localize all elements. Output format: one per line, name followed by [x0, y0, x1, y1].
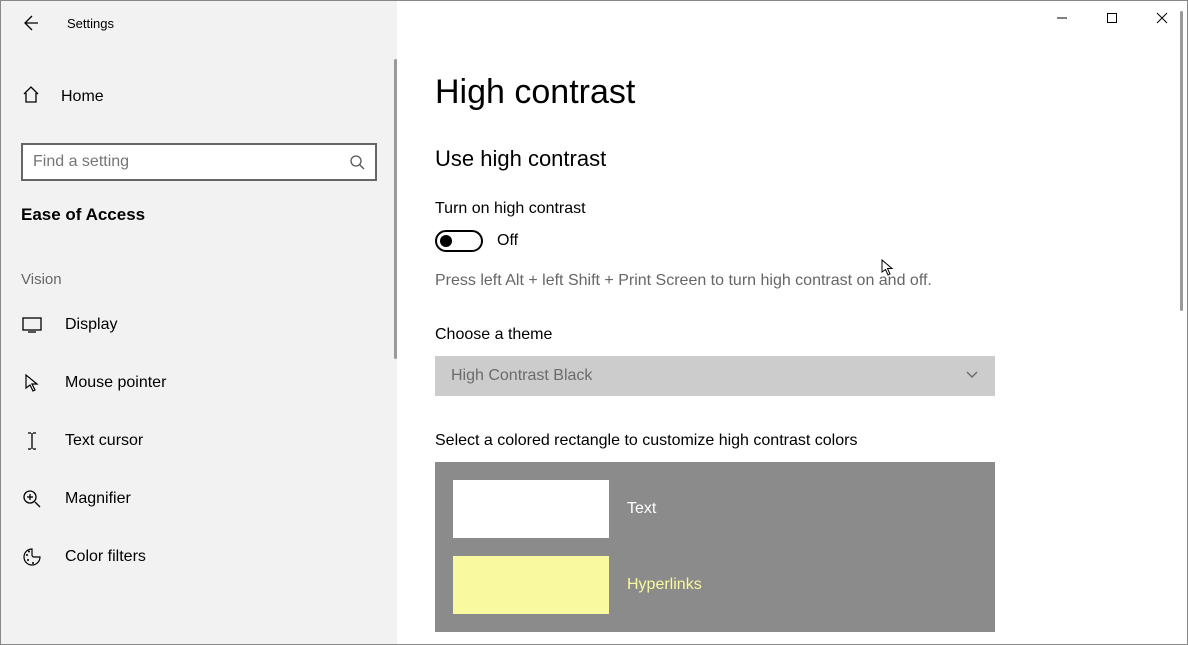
main-scrollbar[interactable]: [1180, 11, 1183, 311]
sidebar-section-vision: Vision: [1, 233, 397, 296]
sidebar-item-label: Display: [65, 316, 117, 334]
swatch-panel: Text Hyperlinks: [435, 462, 995, 632]
toggle-knob: [440, 235, 452, 247]
toggle-state: Off: [497, 232, 518, 250]
sidebar-item-label: Mouse pointer: [65, 374, 166, 392]
mouse-pointer-icon: [21, 373, 43, 393]
search-input[interactable]: [21, 143, 377, 181]
theme-value: High Contrast Black: [451, 367, 592, 385]
search-field[interactable]: [33, 153, 349, 171]
sidebar-item-home[interactable]: Home: [1, 73, 397, 121]
sidebar-item-color-filters[interactable]: Color filters: [1, 528, 397, 586]
sidebar-item-text-cursor[interactable]: Text cursor: [1, 412, 397, 470]
section-title-use-high-contrast: Use high contrast: [435, 146, 1167, 172]
theme-label: Choose a theme: [435, 326, 1167, 344]
theme-select[interactable]: High Contrast Black: [435, 356, 995, 396]
sidebar-item-label: Magnifier: [65, 490, 131, 508]
window-controls: [1037, 1, 1187, 35]
toggle-label: Turn on high contrast: [435, 200, 1167, 218]
search-icon: [349, 154, 365, 170]
sidebar-item-mouse-pointer[interactable]: Mouse pointer: [1, 354, 397, 412]
text-cursor-icon: [21, 431, 43, 451]
minimize-button[interactable]: [1037, 1, 1087, 35]
home-label: Home: [61, 88, 104, 106]
page-title: High contrast: [435, 73, 1167, 112]
sidebar: Settings Home Ease of Access Vision Disp…: [1, 1, 397, 644]
app-title: Settings: [67, 16, 114, 31]
back-icon[interactable]: [21, 14, 39, 32]
titlebar: Settings: [1, 1, 397, 45]
sidebar-item-display[interactable]: Display: [1, 296, 397, 354]
close-button[interactable]: [1137, 1, 1187, 35]
maximize-button[interactable]: [1087, 1, 1137, 35]
swatch-row-hyperlinks: Hyperlinks: [453, 556, 977, 614]
swatch-label: Text: [627, 500, 656, 518]
hint-text: Press left Alt + left Shift + Print Scre…: [435, 272, 1167, 290]
swatch-heading: Select a colored rectangle to customize …: [435, 432, 1167, 450]
sidebar-category: Ease of Access: [1, 181, 397, 233]
swatch-row-text: Text: [453, 480, 977, 538]
swatch-label: Hyperlinks: [627, 576, 702, 594]
chevron-down-icon: [965, 367, 979, 386]
main-pane: High contrast Use high contrast Turn on …: [397, 1, 1187, 644]
sidebar-item-magnifier[interactable]: Magnifier: [1, 470, 397, 528]
high-contrast-toggle[interactable]: [435, 230, 483, 252]
home-icon: [21, 85, 41, 109]
swatch-text[interactable]: [453, 480, 609, 538]
sidebar-item-label: Text cursor: [65, 432, 143, 450]
sidebar-item-label: Color filters: [65, 548, 146, 566]
magnifier-icon: [21, 489, 43, 509]
display-icon: [21, 317, 43, 333]
swatch-hyperlinks[interactable]: [453, 556, 609, 614]
color-filters-icon: [21, 547, 43, 567]
